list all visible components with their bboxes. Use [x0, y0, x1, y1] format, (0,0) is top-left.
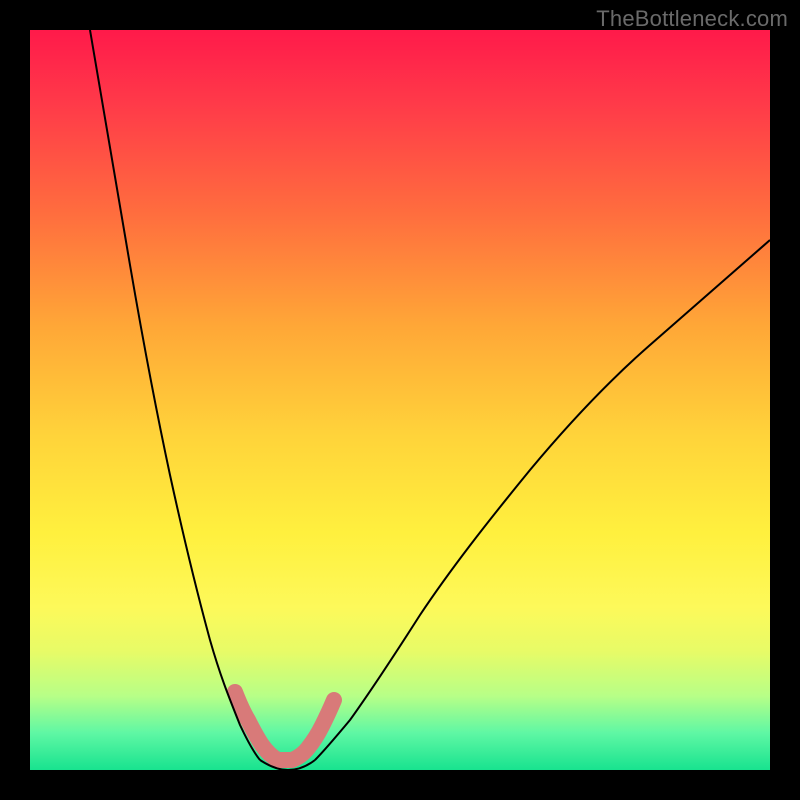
right-branch-curve	[315, 240, 770, 760]
chart-canvas	[30, 30, 770, 770]
watermark-text: TheBottleneck.com	[596, 6, 788, 32]
curve-layer	[30, 30, 770, 770]
left-branch-curve	[90, 30, 260, 760]
pink-highlight-band	[235, 692, 334, 760]
